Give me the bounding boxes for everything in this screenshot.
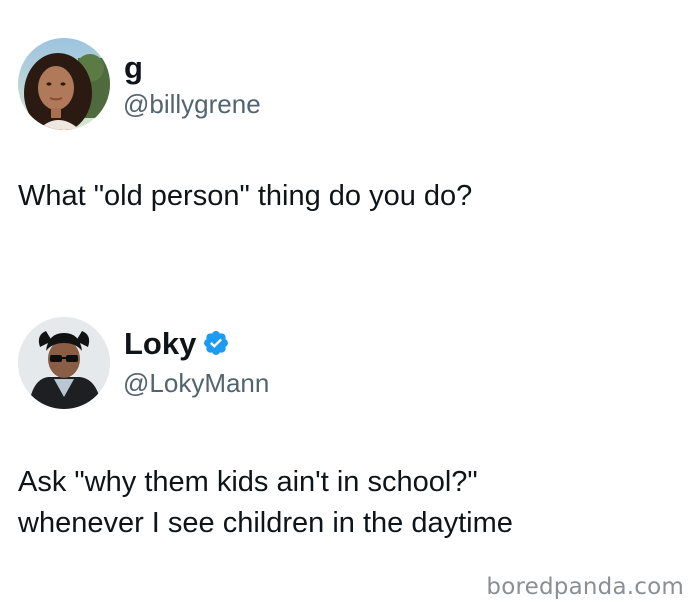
user-handle[interactable]: @billygrene <box>123 89 261 119</box>
user-handle[interactable]: @LokyMann <box>123 368 269 398</box>
display-name[interactable]: Loky <box>124 326 230 362</box>
tweet-text-line: whenever I see children in the daytime <box>18 507 513 539</box>
verified-badge-icon <box>204 331 229 355</box>
tweet-text-line: Ask "why them kids ain't in school?" <box>18 466 478 498</box>
watermark: boredpanda.com <box>486 574 684 600</box>
avatar[interactable] <box>18 317 110 409</box>
avatar-image <box>18 317 110 409</box>
tweet-text: Ask "why them kids ain't in school?" whe… <box>18 462 680 544</box>
display-name-text: Loky <box>124 326 197 361</box>
tweet-text: What "old person" thing do you do? <box>18 176 680 217</box>
tweet-text-line: What "old person" thing do you do? <box>18 180 473 212</box>
display-name[interactable]: g <box>124 50 143 86</box>
avatar[interactable] <box>18 38 110 130</box>
avatar-image <box>18 38 110 130</box>
display-name-text: g <box>124 50 143 85</box>
